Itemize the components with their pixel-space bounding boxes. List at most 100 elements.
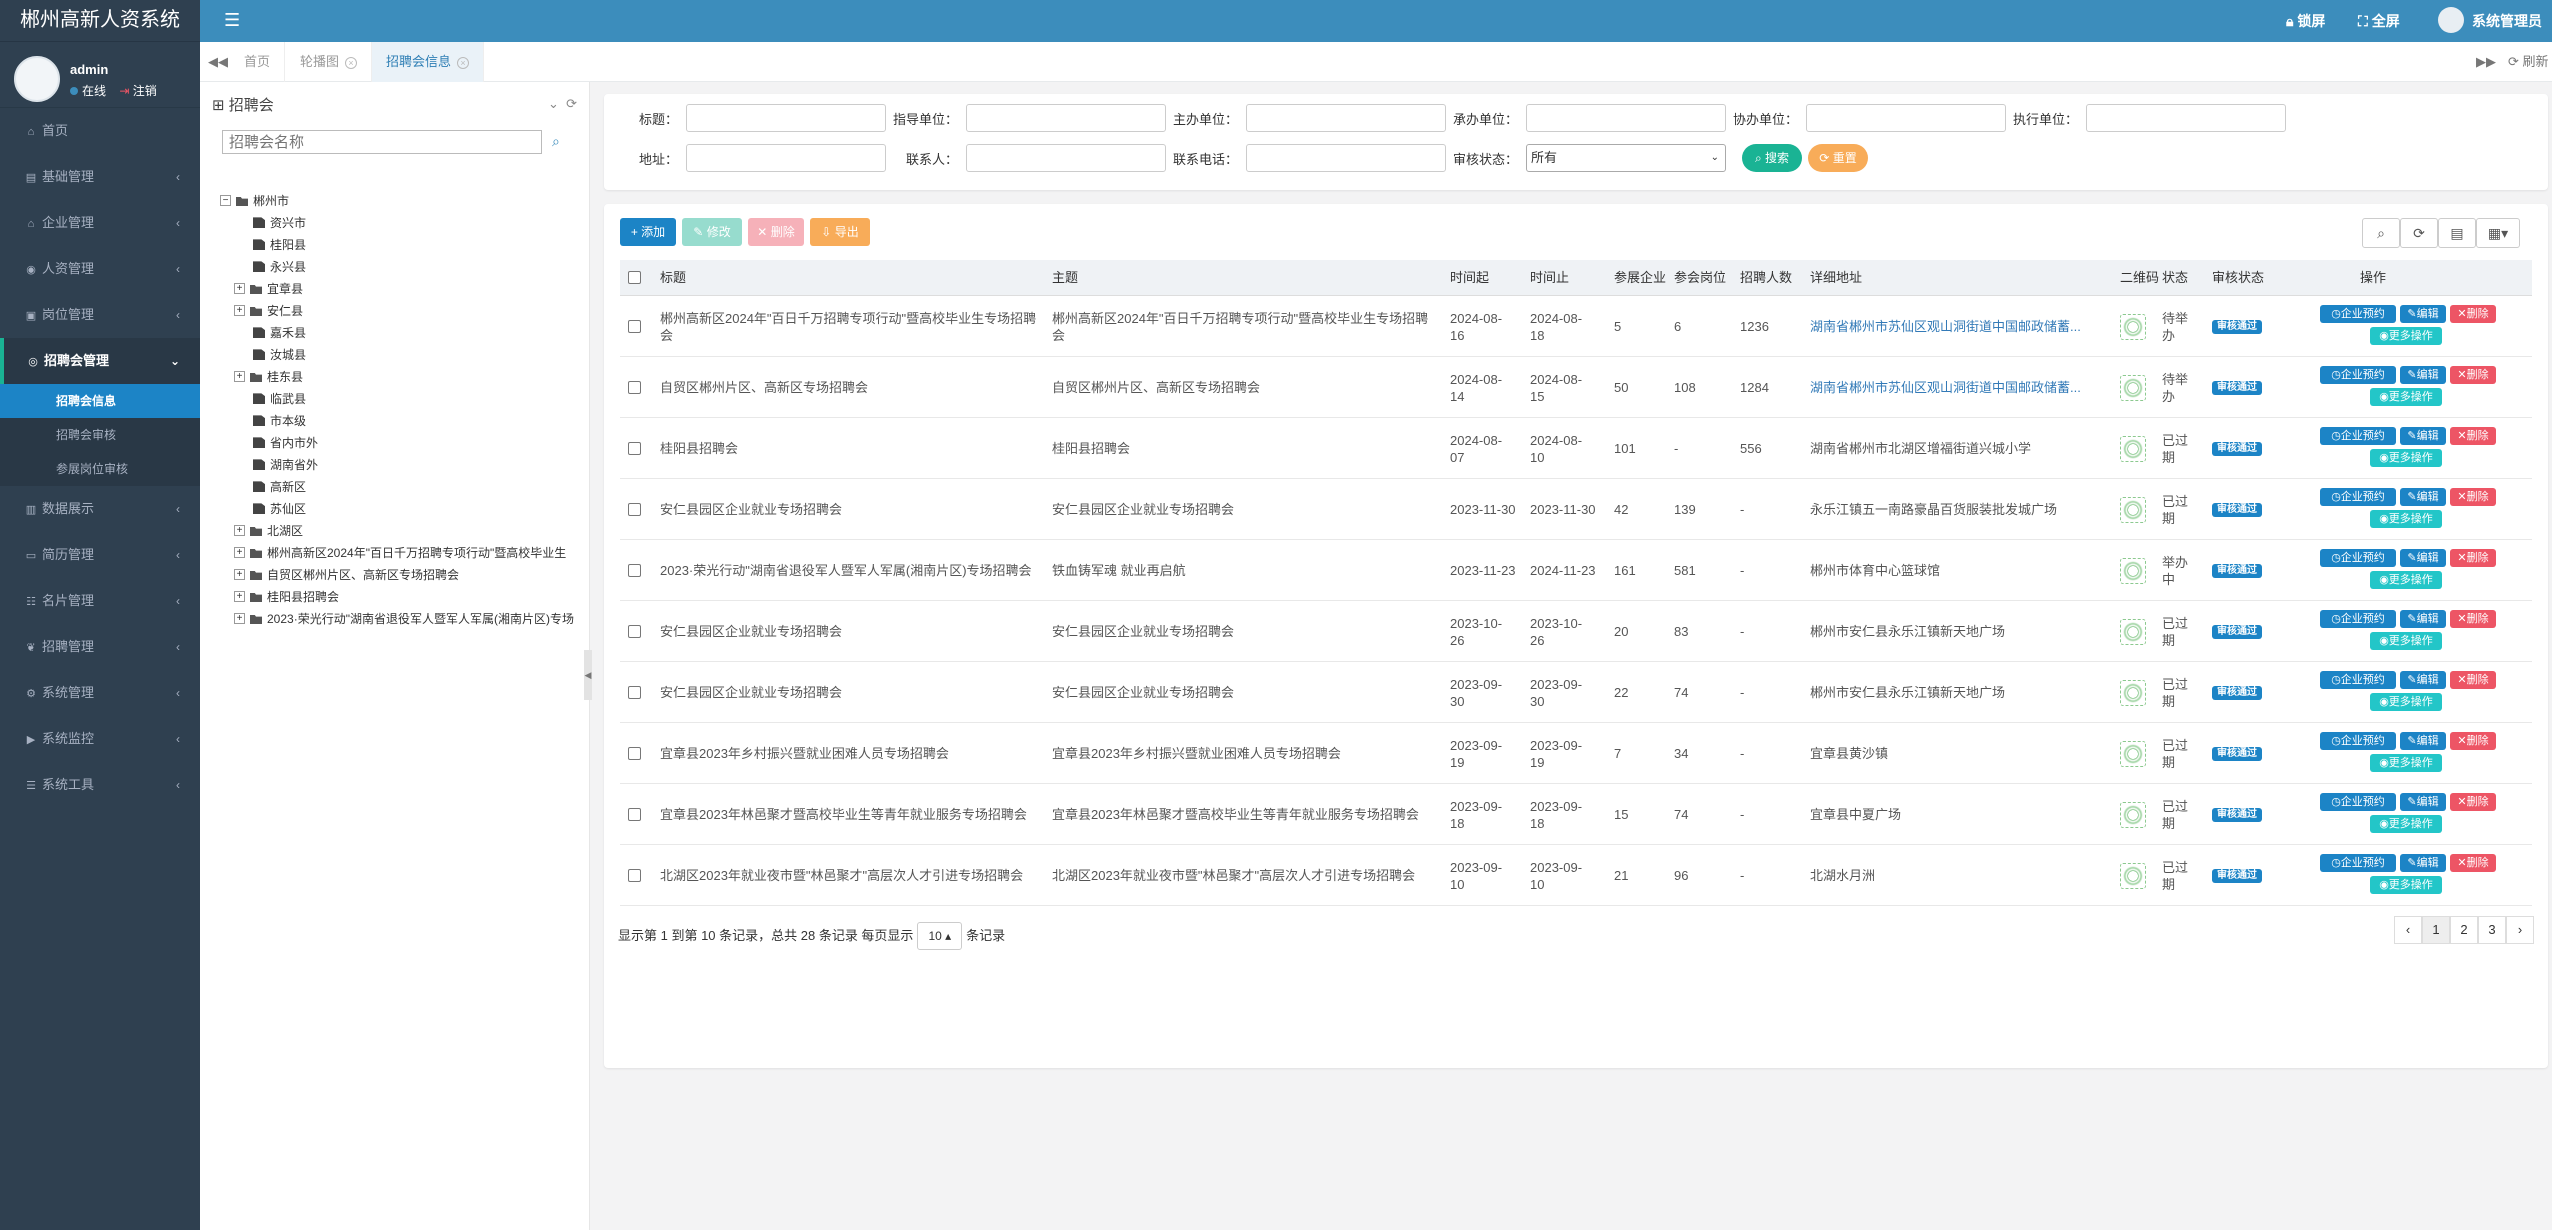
tree-node[interactable]: 省内市外	[220, 432, 590, 454]
address-input[interactable]	[686, 144, 886, 172]
more-actions-button[interactable]: ◉更多操作	[2370, 510, 2442, 528]
qrcode-icon[interactable]	[2120, 497, 2146, 523]
execute-unit-input[interactable]	[2086, 104, 2286, 132]
toggle-view-icon[interactable]: ▤	[2438, 218, 2476, 248]
prev-page-button[interactable]: ‹	[2394, 916, 2422, 944]
edit-button[interactable]: ✎编辑	[2400, 610, 2446, 628]
page-size-select[interactable]: 10 ▴	[917, 922, 963, 950]
user-menu[interactable]: 系统管理员	[2438, 0, 2542, 42]
tree-node[interactable]: 苏仙区	[220, 498, 590, 520]
reserve-button[interactable]: ◷企业预约	[2320, 854, 2396, 872]
tree-node[interactable]: +2023·荣光行动"湖南省退役军人暨军人军属(湘南片区)专场	[220, 608, 590, 630]
delete-button[interactable]: ✕删除	[2450, 854, 2496, 872]
row-checkbox[interactable]	[628, 320, 641, 333]
tree-node[interactable]: 永兴县	[220, 256, 590, 278]
tree-node[interactable]: 临武县	[220, 388, 590, 410]
page-button[interactable]: 2	[2450, 916, 2478, 944]
delete-button[interactable]: ✕删除	[2450, 366, 2496, 384]
add-button[interactable]: + 添加	[620, 218, 676, 246]
tree-node[interactable]: + 宜章县	[220, 278, 590, 300]
expand-toggle-icon[interactable]: +	[234, 613, 245, 625]
expand-toggle-icon[interactable]: +	[234, 305, 245, 317]
menu-toggle-icon[interactable]: ☰	[224, 10, 240, 31]
row-checkbox[interactable]	[628, 686, 641, 699]
more-actions-button[interactable]: ◉更多操作	[2370, 388, 2442, 406]
delete-button[interactable]: ✕删除	[2450, 427, 2496, 445]
tree-node[interactable]: + 安仁县	[220, 300, 590, 322]
tree-node[interactable]: + 郴州高新区2024年"百日千万招聘专项行动"暨高校毕业生	[220, 542, 590, 564]
close-icon[interactable]: ×	[457, 57, 470, 69]
qrcode-icon[interactable]	[2120, 802, 2146, 828]
collapse-icon[interactable]: ⌄	[548, 96, 559, 111]
expand-toggle-icon[interactable]: +	[234, 525, 245, 537]
undertake-unit-input[interactable]	[1526, 104, 1726, 132]
tree-search-input[interactable]	[222, 130, 542, 154]
more-actions-button[interactable]: ◉更多操作	[2370, 693, 2442, 711]
collapse-toggle-icon[interactable]: −	[220, 195, 231, 207]
table-row[interactable]: 2023·荣光行动"湖南省退役军人暨军人军属(湘南片区)专场招聘会 铁血铸军魂 就…	[620, 540, 2532, 601]
export-button[interactable]: ⇩ 导出	[810, 218, 870, 246]
page-button[interactable]: 3	[2478, 916, 2506, 944]
qrcode-icon[interactable]	[2120, 375, 2146, 401]
delete-button[interactable]: ✕删除	[2450, 793, 2496, 811]
tree-node[interactable]: + 自贸区郴州片区、高新区专场招聘会	[220, 564, 590, 586]
tree-node[interactable]: 嘉禾县	[220, 322, 590, 344]
more-actions-button[interactable]: ◉更多操作	[2370, 815, 2442, 833]
more-actions-button[interactable]: ◉更多操作	[2370, 327, 2442, 345]
table-row[interactable]: 安仁县园区企业就业专场招聘会 安仁县园区企业就业专场招聘会 2023-10-26 20…	[620, 601, 2532, 662]
expand-toggle-icon[interactable]: +	[234, 569, 245, 581]
edit-button[interactable]: ✎ 修改	[682, 218, 742, 246]
title-input[interactable]	[686, 104, 886, 132]
sidebar-item-0[interactable]: ▤ 基础管理 ‹	[0, 154, 200, 200]
column-header[interactable]: 操作	[2360, 260, 2386, 296]
select-all-checkbox[interactable]	[628, 271, 641, 284]
close-icon[interactable]: ×	[345, 57, 358, 69]
sidebar-item-10[interactable]: ▶ 系统监控 ‹	[0, 716, 200, 762]
phone-input[interactable]	[1246, 144, 1446, 172]
host-unit-input[interactable]	[1246, 104, 1446, 132]
tab-job-fair-info[interactable]: 招聘会信息 ×	[372, 42, 485, 82]
reserve-button[interactable]: ◷企业预约	[2320, 732, 2396, 750]
table-row[interactable]: 郴州高新区2024年"百日千万招聘专项行动"暨高校毕业生专场招聘会 郴州高新区20…	[620, 296, 2532, 357]
reserve-button[interactable]: ◷企业预约	[2320, 671, 2396, 689]
more-actions-button[interactable]: ◉更多操作	[2370, 449, 2442, 467]
reserve-button[interactable]: ◷企业预约	[2320, 427, 2396, 445]
sidebar-item-9[interactable]: ⚙ 系统管理 ‹	[0, 670, 200, 716]
reserve-button[interactable]: ◷企业预约	[2320, 366, 2396, 384]
edit-button[interactable]: ✎编辑	[2400, 732, 2446, 750]
column-header[interactable]: 参展企业	[1614, 260, 1666, 296]
qrcode-icon[interactable]	[2120, 558, 2146, 584]
cell-address[interactable]: 湖南省郴州市苏仙区观山洞街道中国邮政储蓄...	[1810, 379, 2081, 396]
tab-home[interactable]: 首页	[230, 42, 286, 82]
sidebar-item-home[interactable]: ⌂ 首页	[0, 108, 200, 154]
tree-node[interactable]: 汝城县	[220, 344, 590, 366]
edit-button[interactable]: ✎编辑	[2400, 488, 2446, 506]
row-checkbox[interactable]	[628, 869, 641, 882]
tree-node[interactable]: 市本级	[220, 410, 590, 432]
table-row[interactable]: 宜章县2023年乡村振兴暨就业困难人员专场招聘会 宜章县2023年乡村振兴暨就业困…	[620, 723, 2532, 784]
expand-toggle-icon[interactable]: +	[234, 591, 245, 603]
tree-node[interactable]: + 北湖区	[220, 520, 590, 542]
refresh-tab-button[interactable]: ⟳ 刷新	[2508, 42, 2549, 82]
expand-toggle-icon[interactable]: +	[234, 547, 245, 559]
fullscreen-button[interactable]: ⛶ 全屏	[2358, 0, 2400, 42]
search-toggle-icon[interactable]: ⌕	[2362, 218, 2400, 248]
next-page-button[interactable]: ›	[2506, 916, 2534, 944]
assist-unit-input[interactable]	[1806, 104, 2006, 132]
tree-node[interactable]: 高新区	[220, 476, 590, 498]
sidebar-subitem-2[interactable]: 参展岗位审核	[0, 452, 200, 486]
edit-button[interactable]: ✎编辑	[2400, 366, 2446, 384]
delete-button[interactable]: ✕删除	[2450, 671, 2496, 689]
refresh-icon[interactable]: ⟳	[2400, 218, 2438, 248]
column-header[interactable]: 主题	[1052, 260, 1078, 296]
column-header[interactable]: 审核状态	[2212, 260, 2264, 296]
more-actions-button[interactable]: ◉更多操作	[2370, 754, 2442, 772]
delete-button[interactable]: ✕删除	[2450, 305, 2496, 323]
delete-button[interactable]: ✕ 删除	[748, 218, 804, 246]
guide-unit-input[interactable]	[966, 104, 1166, 132]
table-row[interactable]: 宜章县2023年林邑聚才暨高校毕业生等青年就业服务专场招聘会 宜章县2023年林邑…	[620, 784, 2532, 845]
row-checkbox[interactable]	[628, 625, 641, 638]
reserve-button[interactable]: ◷企业预约	[2320, 305, 2396, 323]
edit-button[interactable]: ✎编辑	[2400, 793, 2446, 811]
edit-button[interactable]: ✎编辑	[2400, 427, 2446, 445]
